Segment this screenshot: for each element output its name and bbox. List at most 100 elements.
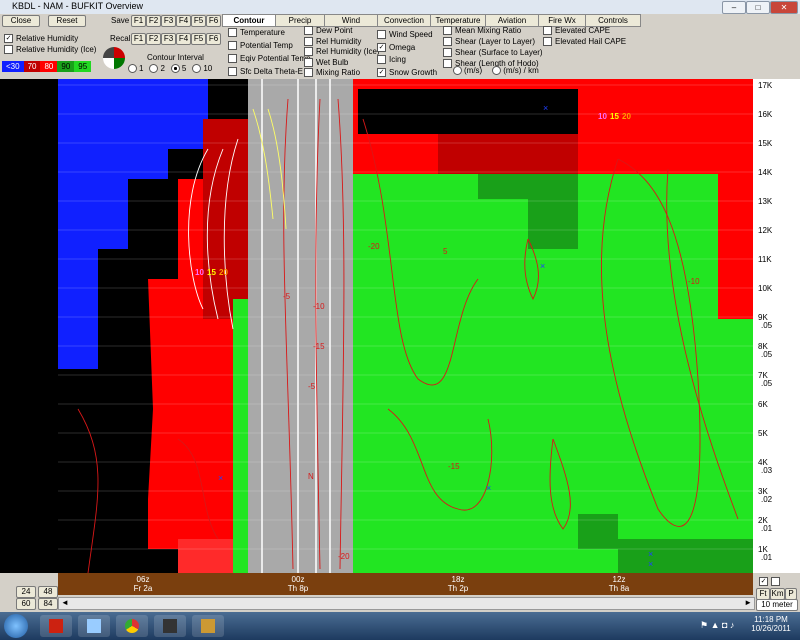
option-label: Dew Point xyxy=(316,26,353,35)
rh-ice-label: Relative Humidity (Ice) xyxy=(16,45,97,54)
title-bar: KBDL - NAM - BUFKIT Overview – □ ✕ xyxy=(0,0,800,15)
save-f6-button[interactable]: F6 xyxy=(206,15,221,27)
maximize-button[interactable]: □ xyxy=(746,1,770,14)
height-tick-15K: 15K xyxy=(758,139,773,148)
chrome-icon[interactable] xyxy=(116,615,148,637)
save-f3-button[interactable]: F3 xyxy=(161,15,176,27)
checkbox-1[interactable]: ✓ xyxy=(759,577,768,586)
contour-radio-2[interactable]: 2 xyxy=(149,64,165,74)
option-dew-point[interactable]: Dew Point xyxy=(304,26,352,36)
option-rel-humidity[interactable]: Rel Humidity xyxy=(304,37,361,47)
checkbox-icon xyxy=(304,57,313,67)
tab-convection[interactable]: Convection xyxy=(377,14,431,27)
height-tick-5K: 5K xyxy=(758,429,768,438)
option-shear-surface-to-layer-[interactable]: Shear (Surface to Layer) xyxy=(443,48,543,58)
rh-checkbox[interactable]: ✓ Relative Humidity xyxy=(4,34,78,44)
option-mean-mixing-ratio[interactable]: Mean Mixing Ratio xyxy=(443,26,521,36)
time-height-plot[interactable]: -5 -10 -15 -20 5 N -5 -10 -15 -20 10 10 15 15 20 20 × × × ×… xyxy=(58,79,753,574)
meter-select[interactable]: 10 meter xyxy=(756,599,798,611)
recall-f1-button[interactable]: F1 xyxy=(131,33,146,45)
scroll-left-icon[interactable]: ◄ xyxy=(61,598,69,607)
contour-label: -10 xyxy=(313,302,325,311)
gray-band xyxy=(248,79,353,573)
rh-ice-checkbox[interactable]: Relative Humidity (Ice) xyxy=(4,45,97,55)
clock[interactable]: 11:18 PM 10/26/2011 xyxy=(748,615,794,633)
option-label: Rel Humidity xyxy=(316,36,362,46)
close-window-button[interactable]: ✕ xyxy=(770,1,798,14)
snow-growth-label: 15 xyxy=(207,268,216,277)
checkbox-icon xyxy=(543,37,552,47)
rh-region-darkred xyxy=(203,119,248,319)
explorer-icon[interactable] xyxy=(78,615,110,637)
checkbox-icon xyxy=(543,26,552,36)
height-tick-12K: 12K xyxy=(758,226,773,235)
rh-region-green-dark-bottom xyxy=(578,514,618,549)
range-60-button[interactable]: 60 xyxy=(16,598,36,610)
option-label: Potential Temp xyxy=(240,41,293,50)
recall-f6-button[interactable]: F6 xyxy=(206,33,221,45)
checkbox-icon xyxy=(228,28,237,38)
acrobat-icon[interactable] xyxy=(40,615,72,637)
option-label: Temperature xyxy=(240,28,285,37)
contour-interval-label: Contour Interval xyxy=(147,53,204,62)
option-omega[interactable]: ✓ Omega xyxy=(377,43,415,53)
range-48-button[interactable]: 48 xyxy=(38,586,58,598)
option-elevated-hail-cape[interactable]: Elevated Hail CAPE xyxy=(543,37,626,47)
bufkit-icon[interactable] xyxy=(154,615,186,637)
save-f5-button[interactable]: F5 xyxy=(191,15,206,27)
checkbox-2[interactable] xyxy=(771,577,780,586)
unit-radio[interactable]: (m/s) xyxy=(453,66,483,76)
checkbox-icon xyxy=(304,68,313,78)
height-tick-10K: 10K xyxy=(758,284,773,293)
option-label: Shear (Surface to Layer) xyxy=(455,48,543,57)
toolbar: Close Reset Save F1 F2 F3 F4 F5 F6 Recall F1 F… xyxy=(0,14,800,78)
time-label-hour: 12z xyxy=(612,575,626,584)
tab-contour[interactable]: Contour xyxy=(222,14,276,27)
reset-button[interactable]: Reset xyxy=(48,15,86,27)
tray-icons[interactable]: ⚑ ▲ ◘ ♪ xyxy=(700,620,734,631)
option-shear-layer-to-layer-[interactable]: Shear (Layer to Layer) xyxy=(443,37,535,47)
close-button[interactable]: Close xyxy=(2,15,40,27)
option-label: Sfc Delta Theta-E xyxy=(240,67,303,76)
recall-f4-button[interactable]: F4 xyxy=(176,33,191,45)
option-eqiv-potential-temp[interactable]: Eqiv Potential Temp xyxy=(228,54,311,64)
save-f1-button[interactable]: F1 xyxy=(131,15,146,27)
option-temperature[interactable]: Temperature xyxy=(228,28,285,38)
contour-label: -5 xyxy=(308,382,316,391)
time-label-06z: 06z Fr 2a xyxy=(118,575,168,593)
minimize-button[interactable]: – xyxy=(722,1,746,14)
height-axis: 17K 16K 15K 14K 13K 12K 11K 10K 9K .05 8K .05 7K .05 6… xyxy=(753,79,800,573)
save-f2-button[interactable]: F2 xyxy=(146,15,161,27)
option-mixing-ratio[interactable]: Mixing Ratio xyxy=(304,68,360,78)
contour-radio-1[interactable]: 1 xyxy=(128,64,143,74)
contour-interval-radios: 1 2 5 10 xyxy=(128,64,212,74)
option-wet-bulb[interactable]: Wet Bulb xyxy=(304,58,348,68)
contour-label: -10 xyxy=(688,277,700,286)
contour-radio-10[interactable]: 10 xyxy=(192,64,212,74)
option-wind-speed[interactable]: Wind Speed xyxy=(377,30,433,40)
checkbox-icon xyxy=(228,41,237,51)
recall-f3-button[interactable]: F3 xyxy=(161,33,176,45)
fraction-tick: .01 xyxy=(761,553,773,562)
unit-radio[interactable]: (m/s) / km xyxy=(492,66,539,76)
start-button-icon[interactable] xyxy=(4,614,28,638)
range-24-button[interactable]: 24 xyxy=(16,586,36,598)
save-f4-button[interactable]: F4 xyxy=(176,15,191,27)
radio-dot-icon xyxy=(128,64,137,74)
option-snow-growth[interactable]: ✓ Snow Growth xyxy=(377,68,437,78)
scroll-right-icon[interactable]: ► xyxy=(744,598,752,607)
option-sfc-delta-theta-e[interactable]: Sfc Delta Theta-E xyxy=(228,67,303,77)
option-elevated-cape[interactable]: Elevated CAPE xyxy=(543,26,610,36)
contour-label: -15 xyxy=(448,462,460,471)
range-84-button[interactable]: 84 xyxy=(38,598,58,610)
option-icing[interactable]: Icing xyxy=(377,55,406,65)
recall-f2-button[interactable]: F2 xyxy=(146,33,161,45)
option-potential-temp[interactable]: Potential Temp xyxy=(228,41,293,51)
time-scrollbar[interactable]: ◄ ► xyxy=(58,597,755,610)
recall-label: Recall xyxy=(110,34,133,43)
unit-label: (m/s) xyxy=(464,66,483,75)
recall-f5-button[interactable]: F5 xyxy=(191,33,206,45)
contour-radio-5[interactable]: 5 xyxy=(170,64,186,74)
option-rel-humidity-ice-[interactable]: Rel Humidity (Ice) xyxy=(304,47,380,57)
tools-icon[interactable] xyxy=(192,615,224,637)
